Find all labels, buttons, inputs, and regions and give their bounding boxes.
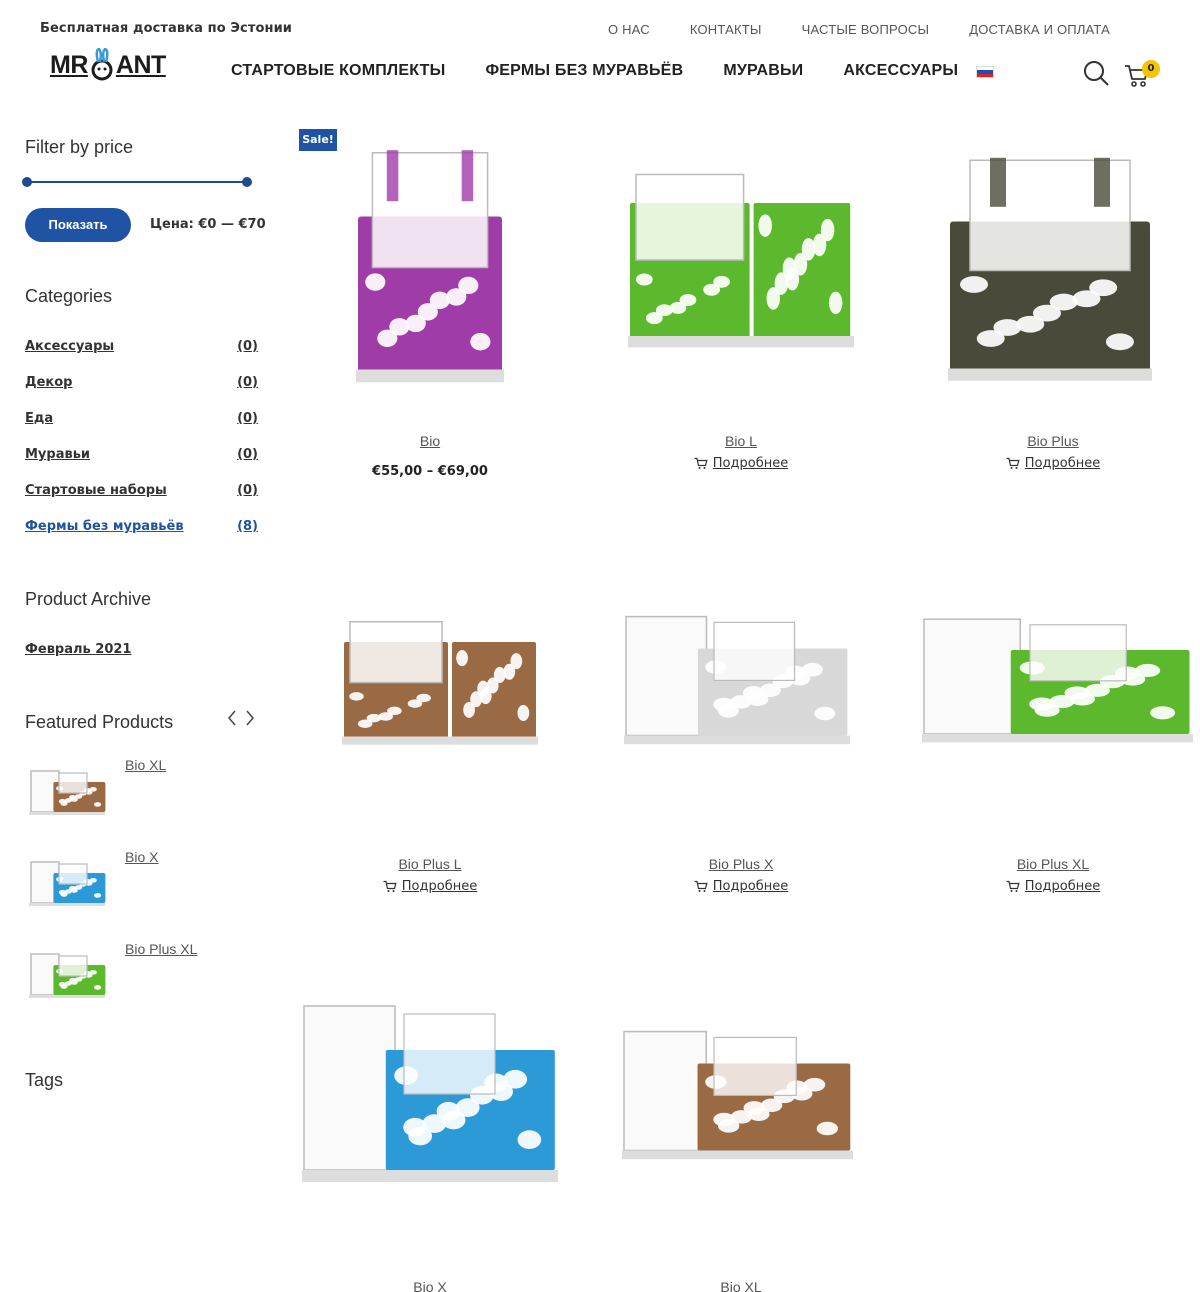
product-more-bio-plus-xl[interactable]: Подробнее: [933, 879, 1173, 894]
product-name-bio-plus[interactable]: Bio Plus: [933, 433, 1173, 449]
price-range-label: Цена: €0 — €70: [150, 217, 266, 232]
top-links: О НАС КОНТАКТЫ ЧАСТЫЕ ВОПРОСЫ ДОСТАВКА И…: [608, 22, 1110, 37]
featured-thumb-bio-xl[interactable]: [27, 767, 107, 817]
cart-icon: [1006, 880, 1020, 892]
tags-title: Tags: [25, 1070, 64, 1090]
product-name-bio[interactable]: Bio: [310, 433, 550, 449]
product-more-bio-plus[interactable]: Подробнее: [933, 456, 1173, 471]
featured-nav: [226, 709, 256, 727]
featured-thumb-bio-x[interactable]: [27, 858, 107, 908]
filter-title: Filter by price: [25, 137, 134, 157]
site-logo[interactable]: MR ANT: [50, 48, 166, 82]
more-label: Подробнее: [1024, 879, 1101, 894]
category-label: Стартовые наборы: [25, 483, 167, 498]
toplink-delivery[interactable]: ДОСТАВКА И ОПЛАТА: [969, 22, 1110, 37]
nav-accessories[interactable]: АКСЕССУАРЫ: [843, 62, 958, 80]
product-image-bio-plus[interactable]: [925, 148, 1175, 393]
more-label: Подробнее: [401, 879, 478, 894]
product-price-bio: €55,00 – €69,00: [372, 464, 488, 479]
sale-badge: Sale!: [299, 129, 337, 151]
category-label: Аксессуары: [25, 339, 115, 354]
category-count: (0): [237, 483, 258, 498]
price-slider-min-handle[interactable]: [22, 177, 32, 187]
logo-text-left: MR: [50, 50, 88, 79]
category-ants[interactable]: Муравьи (0): [25, 447, 258, 462]
archive-title: Product Archive: [25, 589, 152, 609]
search-icon[interactable]: [1082, 59, 1110, 87]
product-more-bio-l[interactable]: Подробнее: [621, 456, 861, 471]
category-count: (0): [237, 375, 258, 390]
category-count: (0): [237, 411, 258, 426]
featured-name[interactable]: Bio XL: [125, 757, 166, 773]
category-label: Фермы без муравьёв: [25, 519, 184, 534]
product-name-bio-xl[interactable]: Bio XL: [621, 1279, 861, 1292]
featured-name[interactable]: Bio Plus XL: [125, 941, 197, 957]
product-image-bio-x[interactable]: [300, 990, 560, 1190]
price-slider-max-handle[interactable]: [242, 177, 252, 187]
logo-text-right: ANT: [115, 50, 166, 79]
category-farms-without-ants[interactable]: Фермы без муравьёв (8): [25, 519, 258, 534]
archive-item-feb-2021[interactable]: Февраль 2021: [25, 642, 131, 657]
cart-count-badge: 0: [1142, 60, 1160, 78]
russian-flag-icon[interactable]: [976, 66, 994, 78]
product-image-bio-plus-x[interactable]: [622, 605, 852, 750]
category-count: (8): [237, 519, 258, 534]
chevron-right-icon[interactable]: [244, 709, 256, 727]
toplink-contacts[interactable]: КОНТАКТЫ: [690, 22, 762, 37]
filter-show-button[interactable]: Показать: [25, 208, 131, 242]
nav-ants[interactable]: МУРАВЬИ: [723, 62, 803, 80]
category-accessories[interactable]: Аксессуары (0): [25, 339, 258, 354]
featured-thumb-bio-plus-xl[interactable]: [27, 950, 107, 1000]
category-food[interactable]: Еда (0): [25, 411, 258, 426]
toplink-about[interactable]: О НАС: [608, 22, 650, 37]
product-image-bio-plus-l[interactable]: [340, 615, 540, 750]
categories-title: Categories: [25, 286, 113, 306]
nav-farms-without-ants[interactable]: ФЕРМЫ БЕЗ МУРАВЬЁВ: [485, 62, 683, 80]
price-slider-track[interactable]: [27, 181, 247, 183]
featured-title: Featured Products: [25, 712, 174, 732]
featured-name[interactable]: Bio X: [125, 849, 158, 865]
cart-icon: [383, 880, 397, 892]
category-count: (0): [237, 339, 258, 354]
more-label: Подробнее: [712, 456, 789, 471]
category-decor[interactable]: Декор (0): [25, 375, 258, 390]
product-image-bio-plus-xl[interactable]: [920, 608, 1195, 748]
cart-icon: [694, 880, 708, 892]
bunny-logo-icon: [91, 48, 113, 81]
toplink-faq[interactable]: ЧАСТЫЕ ВОПРОСЫ: [802, 22, 930, 37]
product-more-bio-plus-x[interactable]: Подробнее: [621, 879, 861, 894]
product-more-bio-plus-l[interactable]: Подробнее: [310, 879, 550, 894]
category-label: Муравьи: [25, 447, 91, 462]
category-count: (0): [237, 447, 258, 462]
cart-icon: [694, 457, 708, 469]
category-label: Декор: [25, 375, 73, 390]
cart-icon: [1006, 457, 1020, 469]
product-name-bio-plus-xl[interactable]: Bio Plus XL: [933, 856, 1173, 872]
more-label: Подробнее: [1024, 456, 1101, 471]
category-label: Еда: [25, 411, 54, 426]
more-label: Подробнее: [712, 879, 789, 894]
nav-starter-kits[interactable]: СТАРТОВЫЕ КОМПЛЕКТЫ: [231, 62, 445, 80]
main-nav: СТАРТОВЫЕ КОМПЛЕКТЫ ФЕРМЫ БЕЗ МУРАВЬЁВ М…: [231, 62, 958, 80]
product-name-bio-l[interactable]: Bio L: [621, 433, 861, 449]
chevron-left-icon[interactable]: [226, 709, 238, 727]
product-name-bio-plus-x[interactable]: Bio Plus X: [621, 856, 861, 872]
product-image-bio[interactable]: [340, 140, 520, 395]
product-image-bio-xl[interactable]: [620, 1020, 855, 1165]
shipping-notice: Бесплатная доставка по Эстонии: [40, 21, 293, 36]
product-image-bio-l[interactable]: [626, 165, 856, 355]
product-name-bio-plus-l[interactable]: Bio Plus L: [310, 856, 550, 872]
product-name-bio-x[interactable]: Bio X: [310, 1279, 550, 1292]
category-starter-sets[interactable]: Стартовые наборы (0): [25, 483, 258, 498]
